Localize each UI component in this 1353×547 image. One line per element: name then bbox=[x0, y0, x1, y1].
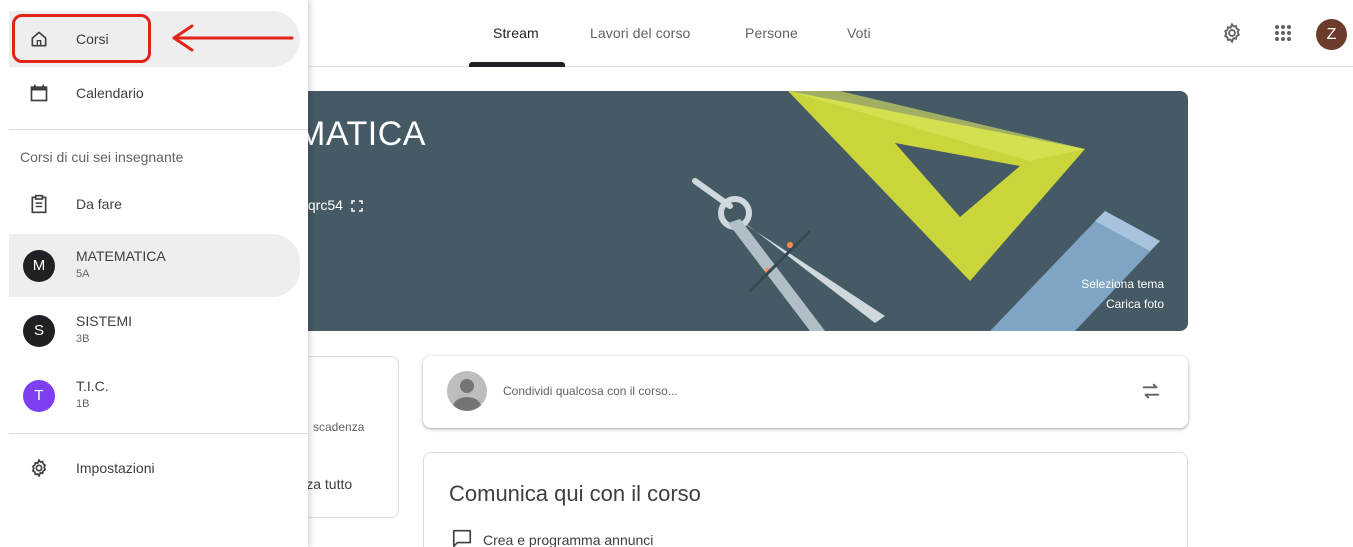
create-announcement-label: Crea e programma annunci bbox=[483, 531, 654, 547]
course-name: T.I.C. bbox=[76, 378, 109, 394]
drawer-divider bbox=[9, 129, 308, 130]
teaching-section-title: Corsi di cui sei insegnante bbox=[20, 149, 184, 165]
gear-icon bbox=[27, 456, 51, 480]
gear-icon[interactable] bbox=[1219, 20, 1245, 46]
course-title: MATICA bbox=[297, 115, 426, 153]
upload-photo-link[interactable]: Carica foto bbox=[1106, 297, 1164, 311]
nav-label-da-fare: Da fare bbox=[76, 196, 122, 212]
announce-card: Comunica qui con il corso Crea e program… bbox=[423, 452, 1188, 547]
course-banner: MATICA ejqrc54 Seleziona tema Carica fot… bbox=[240, 91, 1188, 331]
tab-lavori-del-corso[interactable]: Lavori del corso bbox=[590, 0, 690, 67]
user-avatar-placeholder bbox=[447, 371, 487, 411]
comment-icon bbox=[451, 527, 473, 547]
course-avatar-s: S bbox=[23, 314, 55, 347]
course-section: 3B bbox=[76, 333, 90, 345]
drawer-divider bbox=[9, 433, 308, 434]
nav-label-impostazioni: Impostazioni bbox=[76, 460, 155, 476]
clipboard-icon bbox=[27, 192, 51, 216]
nav-item-impostazioni[interactable]: Impostazioni bbox=[9, 440, 300, 496]
arrow-annotation bbox=[172, 24, 294, 52]
nav-label-calendario: Calendario bbox=[76, 85, 144, 101]
apps-grid-icon[interactable] bbox=[1270, 20, 1296, 46]
tab-voti[interactable]: Voti bbox=[847, 0, 871, 67]
share-box[interactable]: Condividi qualcosa con il corso... bbox=[423, 356, 1188, 428]
course-avatar-m: M bbox=[23, 249, 55, 282]
classroom-page: { "header": { "tabs": [ {"label": "Strea… bbox=[0, 0, 1353, 547]
course-avatar-t: T bbox=[23, 379, 55, 412]
tab-stream[interactable]: Stream bbox=[493, 0, 539, 67]
repost-icon[interactable] bbox=[1140, 380, 1162, 402]
create-announcement-item[interactable]: Crea e programma annunci bbox=[451, 527, 653, 547]
share-input[interactable]: Condividi qualcosa con il corso... bbox=[503, 384, 678, 398]
nav-item-course-matematica[interactable]: M MATEMATICA 5A bbox=[9, 234, 300, 297]
course-section: 5A bbox=[76, 268, 90, 280]
select-theme-link[interactable]: Seleziona tema bbox=[1081, 277, 1164, 291]
nav-item-calendario[interactable]: Calendario bbox=[9, 65, 300, 121]
announce-title: Comunica qui con il corso bbox=[449, 481, 701, 506]
upcoming-text: scadenza bbox=[313, 420, 365, 434]
active-tab-indicator bbox=[469, 62, 565, 67]
calendar-icon bbox=[27, 81, 51, 105]
nav-item-course-tic[interactable]: T T.I.C. 1B bbox=[9, 364, 300, 427]
course-name: SISTEMI bbox=[76, 313, 133, 329]
nav-item-course-sistemi[interactable]: S SISTEMI 3B bbox=[9, 299, 300, 362]
navigation-drawer: Corsi Calendario Corsi di cui sei insegn… bbox=[0, 0, 308, 547]
tab-persone[interactable]: Persone bbox=[745, 0, 798, 67]
course-name: MATEMATICA bbox=[76, 248, 166, 264]
nav-item-da-fare[interactable]: Da fare bbox=[9, 176, 300, 232]
highlight-box bbox=[12, 14, 151, 63]
course-section: 1B bbox=[76, 398, 90, 410]
user-avatar[interactable]: Z bbox=[1316, 19, 1347, 50]
fullscreen-icon[interactable] bbox=[351, 199, 363, 215]
